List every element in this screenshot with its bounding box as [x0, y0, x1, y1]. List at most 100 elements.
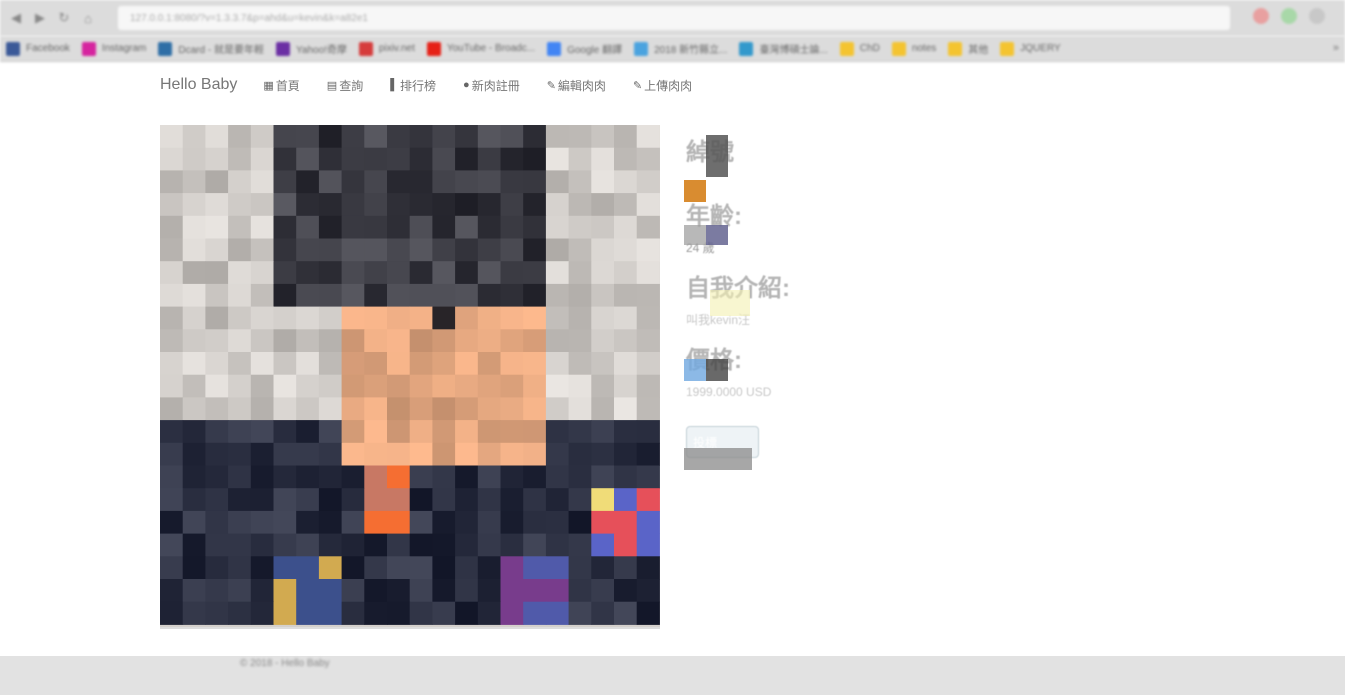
mosaic-cell	[341, 238, 365, 262]
nav-item[interactable]: ✎ 編輯肉肉	[547, 77, 606, 94]
mosaic-cell	[409, 352, 433, 376]
bookmarks-bar: Facebook Instagram Dcard - 就是要年輕 Yahoo!奇摩 pi…	[0, 36, 1345, 62]
mosaic-cell	[568, 556, 592, 580]
mosaic-cell	[432, 329, 456, 353]
bookmark-item[interactable]: pixiv.net	[358, 41, 415, 56]
mosaic-cell	[636, 329, 660, 353]
mosaic-cell	[250, 170, 274, 194]
bookmark-favicon-icon	[891, 41, 906, 56]
profile-icon[interactable]	[1309, 8, 1325, 24]
mosaic-cell	[160, 442, 184, 466]
mosaic-cell	[318, 442, 343, 466]
mosaic-cell	[591, 215, 615, 239]
mosaic-cell	[182, 374, 206, 398]
nav-item-label: 上傳肉肉	[644, 78, 693, 93]
bookmark-label: Facebook	[26, 43, 70, 54]
mosaic-cell	[500, 556, 524, 580]
mosaic-cell	[591, 352, 615, 376]
mosaic-cell	[477, 147, 501, 171]
bookmark-item[interactable]: 其他	[948, 41, 988, 56]
bookmark-favicon-icon	[6, 41, 20, 56]
mosaic-cell	[432, 125, 456, 149]
home-icon[interactable]: ⌂	[80, 10, 96, 26]
mosaic-cell	[409, 533, 433, 557]
mosaic-cell	[228, 465, 252, 489]
mosaic-cell	[228, 601, 252, 625]
mosaic-cell	[614, 352, 638, 376]
mosaic-cell	[591, 601, 615, 625]
mosaic-cell	[205, 442, 229, 466]
redaction-block	[684, 225, 706, 245]
mosaic-cell	[568, 329, 592, 353]
mosaic-cell	[568, 170, 592, 194]
mosaic-cell	[387, 193, 411, 217]
redaction-block	[684, 448, 752, 470]
mosaic-cell	[523, 420, 547, 444]
bookmarks-overflow-button[interactable]: »	[1333, 36, 1339, 61]
redaction-block	[706, 359, 728, 381]
bookmark-favicon-icon	[1000, 41, 1015, 56]
forward-icon[interactable]: ▶	[32, 10, 48, 26]
bookmark-item[interactable]: Google 翻譯	[547, 41, 622, 56]
mosaic-cell	[636, 306, 660, 330]
mosaic-cell	[591, 442, 615, 466]
bookmark-item[interactable]: Facebook	[6, 41, 70, 56]
bookmark-item[interactable]: Instagram	[81, 41, 146, 56]
nav-item[interactable]: ✎ 上傳肉肉	[633, 77, 692, 94]
mosaic-cell	[409, 261, 433, 285]
mosaic-cell	[636, 215, 660, 239]
mosaic-cell	[523, 238, 547, 262]
pixelated-photo-mosaic	[160, 125, 660, 625]
mosaic-cell	[523, 374, 547, 398]
mosaic-cell	[250, 329, 274, 353]
address-bar[interactable]: 127.0.0.1:8080/?v=1.3.3.7&p=ahd&u=kevin&…	[118, 6, 1230, 30]
mosaic-cell	[409, 465, 433, 489]
mosaic-cell	[500, 488, 524, 512]
mosaic-cell	[409, 170, 433, 194]
mosaic-cell	[364, 352, 388, 376]
brand-link[interactable]: Hello Baby	[160, 76, 237, 94]
nav-item-label: 排行榜	[400, 78, 437, 93]
nav-item[interactable]: ▤ 查詢	[327, 77, 363, 94]
mosaic-cell	[500, 442, 524, 466]
extension-icon[interactable]	[1253, 8, 1269, 24]
bookmark-item[interactable]: Yahoo!奇摩	[275, 41, 347, 56]
mosaic-cell	[318, 329, 343, 353]
mosaic-cell	[182, 533, 206, 557]
mosaic-cell	[500, 533, 524, 557]
mosaic-cell	[409, 147, 433, 171]
mosaic-cell	[523, 125, 547, 149]
extension-icon[interactable]	[1281, 8, 1297, 24]
mosaic-cell	[432, 374, 456, 398]
bookmark-item[interactable]: ChD	[839, 41, 880, 56]
mosaic-cell	[523, 352, 547, 376]
mosaic-cell	[545, 579, 570, 603]
mosaic-cell	[477, 533, 501, 557]
bookmark-favicon-icon	[948, 41, 963, 56]
mosaic-cell	[591, 465, 615, 489]
bookmark-favicon-icon	[839, 41, 854, 56]
mosaic-cell	[182, 147, 206, 171]
bookmark-item[interactable]: YouTube - Broadc...	[426, 41, 535, 56]
nav-item[interactable]: ● 新肉註冊	[463, 77, 520, 94]
reload-icon[interactable]: ↻	[56, 10, 72, 26]
bookmark-item[interactable]: notes	[891, 41, 936, 56]
mosaic-cell	[545, 283, 570, 308]
mosaic-cell	[318, 533, 343, 557]
bookmark-item[interactable]: 2018 新竹縣立...	[634, 41, 727, 56]
back-icon[interactable]: ◀	[8, 10, 24, 26]
profile-details: 綽號 年齡: 24 歲 自我介紹: 叫我kevin汪 價格: 1999.0000…	[686, 135, 986, 415]
nav-item[interactable]: ▌ 排行榜	[390, 77, 436, 94]
bookmark-item[interactable]: 臺灣博碩士論...	[739, 41, 828, 56]
mosaic-cell	[545, 215, 570, 239]
bar-chart-icon: ▌	[390, 79, 399, 91]
mosaic-cell	[477, 215, 501, 239]
mosaic-cell	[477, 374, 501, 398]
nav-item[interactable]: ▦ 首頁	[263, 77, 299, 94]
mosaic-cell	[409, 442, 433, 466]
bookmark-item[interactable]: Dcard - 就是要年輕	[158, 41, 264, 56]
mosaic-cell	[523, 465, 547, 489]
mosaic-cell	[614, 556, 638, 580]
mosaic-cell	[568, 374, 592, 398]
bookmark-item[interactable]: JQUERY	[1000, 41, 1061, 56]
